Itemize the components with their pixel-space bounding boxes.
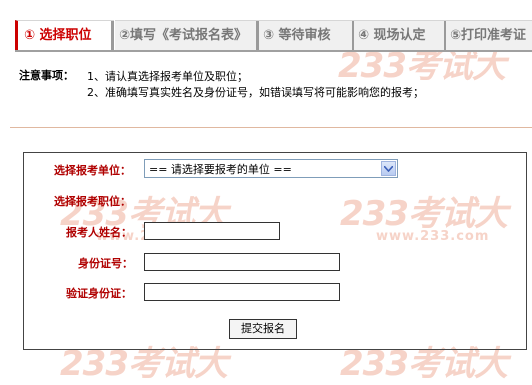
tab-underline <box>15 50 532 52</box>
step-tab-print-ticket[interactable]: ⑤打印准考证 <box>446 20 532 50</box>
unit-select[interactable]: == 请选择要报考的单位 == <box>144 159 398 178</box>
notice-block: 注意事项： <box>19 68 74 84</box>
step-tab-label: ②填写《考试报名表》 <box>119 28 248 43</box>
step-tab-onsite-confirm[interactable]: ④ 现场认定 <box>354 20 447 50</box>
divider <box>10 127 532 128</box>
step-tab-label: ③ 等待审核 <box>263 28 331 43</box>
submit-button[interactable]: 提交报名 <box>229 319 297 339</box>
step-tab-select-position[interactable]: ① 选择职位 <box>15 20 114 50</box>
step-tab-label: ① 选择职位 <box>24 28 92 43</box>
notice-line: 1、请认真选择报考单位及职位； <box>87 70 248 83</box>
id-number-input[interactable] <box>144 253 340 271</box>
notice-title: 注意事项： <box>19 69 74 82</box>
notice-line: 2、准确填写真实姓名及身份证号，如错误填写将可能影响您的报考； <box>87 86 424 99</box>
step-tabs: ① 选择职位 ②填写《考试报名表》 ③ 等待审核 ④ 现场认定 ⑤打印准考证 <box>15 20 532 50</box>
verify-id-input[interactable] <box>144 283 340 301</box>
step-tab-wait-review[interactable]: ③ 等待审核 <box>259 20 355 50</box>
chevron-down-icon[interactable] <box>381 161 396 176</box>
step-tab-fill-form[interactable]: ②填写《考试报名表》 <box>115 20 259 50</box>
tab-separator <box>111 21 114 50</box>
step-tab-label: ⑤打印准考证 <box>450 28 527 43</box>
name-input[interactable] <box>144 222 280 240</box>
step-tab-label: ④ 现场认定 <box>358 28 426 43</box>
unit-select-value: == 请选择要报考的单位 == <box>149 163 292 176</box>
